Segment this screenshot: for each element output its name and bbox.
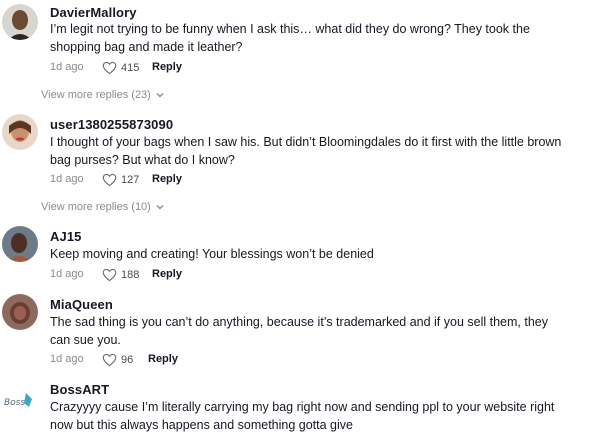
heart-outline-icon bbox=[102, 268, 117, 282]
heart-outline-icon bbox=[102, 353, 117, 367]
comment-time: 1d ago bbox=[50, 353, 84, 365]
avatar[interactable] bbox=[2, 114, 38, 150]
comment-text: I’m legit not trying to be funny when I … bbox=[50, 22, 530, 54]
like-button[interactable]: 188 bbox=[102, 268, 139, 282]
avatar-logo-text: Boss bbox=[4, 398, 25, 408]
like-button[interactable]: 96 bbox=[102, 353, 133, 367]
view-more-label: View more replies (10) bbox=[41, 201, 151, 213]
comment-time: 1d ago bbox=[50, 268, 84, 280]
avatar[interactable] bbox=[2, 294, 38, 330]
chevron-down-icon bbox=[156, 205, 164, 210]
reply-button[interactable]: Reply bbox=[152, 173, 182, 185]
comment-time: 1d ago bbox=[50, 173, 84, 185]
avatar[interactable]: Boss bbox=[2, 383, 38, 419]
like-button[interactable]: 127 bbox=[102, 173, 139, 187]
avatar[interactable] bbox=[2, 4, 38, 40]
like-button[interactable]: 415 bbox=[102, 61, 139, 75]
comment-text: Crazyyyy cause I’m literally carrying my… bbox=[50, 400, 555, 432]
heart-outline-icon bbox=[102, 61, 117, 75]
comment-time: 1d ago bbox=[50, 61, 84, 73]
comment-text: I thought of your bags when I saw his. B… bbox=[50, 135, 562, 167]
comment-text: Keep moving and creating! Your blessings… bbox=[50, 247, 374, 261]
heart-outline-icon bbox=[102, 173, 117, 187]
chevron-down-icon bbox=[156, 93, 164, 98]
avatar[interactable] bbox=[2, 226, 38, 262]
view-more-replies[interactable]: View more replies (10) bbox=[41, 201, 165, 213]
comment-username[interactable]: AJ15 bbox=[50, 229, 81, 244]
comment-username[interactable]: user1380255873090 bbox=[50, 117, 173, 132]
comment-username[interactable]: MiaQueen bbox=[50, 297, 113, 312]
reply-button[interactable]: Reply bbox=[152, 268, 182, 280]
like-count: 127 bbox=[121, 174, 140, 186]
reply-button[interactable]: Reply bbox=[148, 353, 178, 365]
like-count: 188 bbox=[121, 269, 140, 281]
reply-button[interactable]: Reply bbox=[152, 61, 182, 73]
comment-username[interactable]: DavierMallory bbox=[50, 5, 137, 20]
like-count: 415 bbox=[121, 62, 140, 74]
view-more-label: View more replies (23) bbox=[41, 89, 151, 101]
comment-text: The sad thing is you can’t do anything, … bbox=[50, 315, 548, 347]
like-count: 96 bbox=[121, 354, 134, 366]
comment-username[interactable]: BossART bbox=[50, 382, 109, 397]
view-more-replies[interactable]: View more replies (23) bbox=[41, 89, 165, 101]
